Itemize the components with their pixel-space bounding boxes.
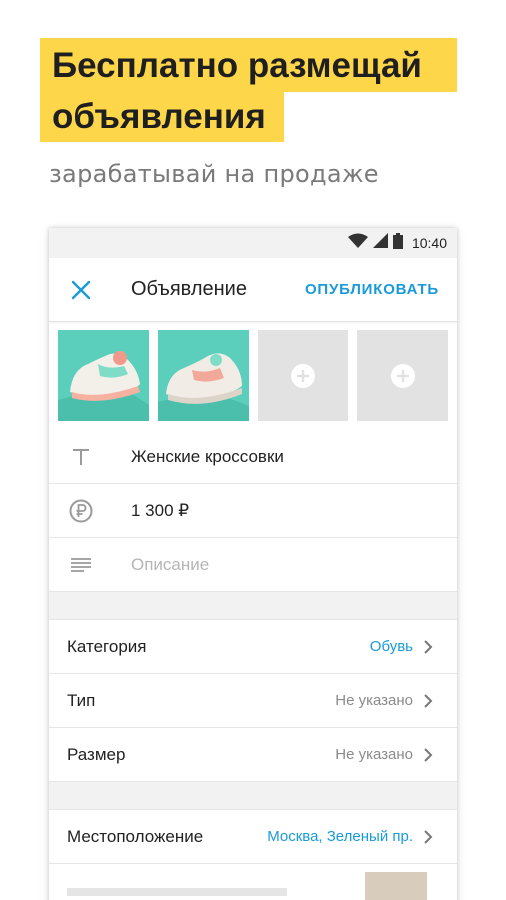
publish-button[interactable]: ОПУБЛИКОВАТЬ: [305, 281, 457, 298]
category-label: Категория: [67, 636, 147, 656]
title-field[interactable]: Женские кроссовки: [49, 430, 457, 484]
photo-strip: [49, 322, 457, 430]
signal-icon: [372, 233, 388, 253]
chevron-right-icon: [423, 829, 457, 845]
type-row[interactable]: Тип Не указано: [49, 674, 457, 728]
size-value: Не указано: [335, 746, 413, 763]
ruble-icon: [49, 499, 113, 523]
chevron-right-icon: [423, 693, 457, 709]
type-label: Тип: [67, 690, 96, 710]
cut-off-row: [49, 864, 457, 900]
section-divider: [49, 782, 457, 810]
page-title: Объявление: [131, 278, 247, 300]
headline-line-2: объявления: [40, 92, 284, 142]
add-photo-slot[interactable]: [257, 330, 349, 421]
description-field[interactable]: Описание: [49, 538, 457, 592]
plus-circle-icon: [290, 363, 315, 388]
headline-line-1: Бесплатно размещай: [40, 38, 457, 92]
price-field[interactable]: 1 300 ₽: [49, 484, 457, 538]
category-value: Обувь: [369, 638, 413, 655]
lines-icon: [49, 557, 113, 573]
section-divider: [49, 592, 457, 620]
status-bar: 10:40: [49, 228, 457, 258]
price-input[interactable]: 1 300 ₽: [113, 501, 189, 521]
status-time: 10:40: [411, 235, 447, 251]
battery-icon: [392, 232, 403, 254]
phone-screen: 10:40 Объявление ОПУБЛИКОВАТЬ Женские кр…: [49, 228, 457, 900]
category-row[interactable]: Категория Обувь: [49, 620, 457, 674]
add-photo-slot[interactable]: [357, 330, 448, 421]
location-row[interactable]: Местоположение Москва, Зеленый пр.: [49, 810, 457, 864]
photo-thumbnail-2[interactable]: [157, 330, 249, 421]
location-label: Местоположение: [67, 826, 204, 846]
size-label: Размер: [67, 744, 126, 764]
cut-off-text: [67, 888, 287, 896]
description-input[interactable]: Описание: [113, 555, 209, 575]
location-value: Москва, Зеленый пр.: [267, 828, 413, 845]
photo-thumbnail-1[interactable]: [58, 330, 149, 421]
type-value: Не указано: [335, 692, 413, 709]
chevron-right-icon: [423, 639, 457, 655]
close-icon[interactable]: [49, 258, 113, 322]
text-icon: [49, 448, 113, 466]
app-bar: Объявление ОПУБЛИКОВАТЬ: [49, 258, 457, 322]
size-row[interactable]: Размер Не указано: [49, 728, 457, 782]
plus-circle-icon: [390, 363, 415, 388]
promo-subtitle: зарабатывай на продаже: [49, 160, 379, 188]
chevron-right-icon: [423, 747, 457, 763]
cut-off-thumbnail: [365, 872, 427, 900]
title-input[interactable]: Женские кроссовки: [113, 447, 284, 467]
wifi-icon: [347, 233, 368, 253]
